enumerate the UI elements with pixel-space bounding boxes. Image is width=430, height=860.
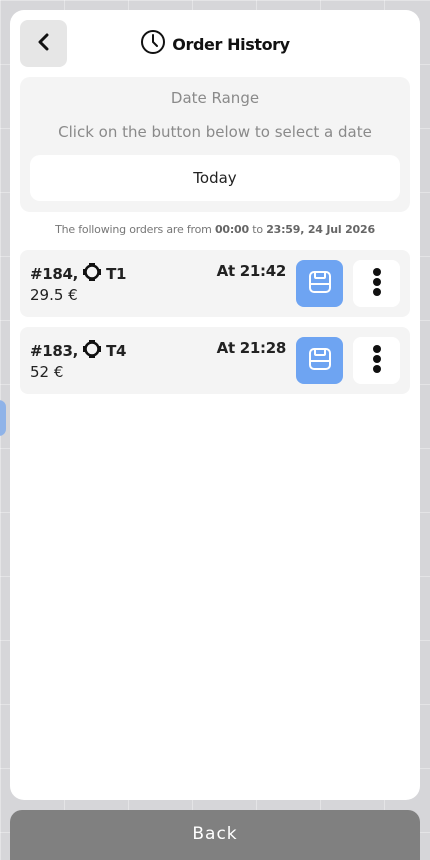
order-id: #183, T4 [30, 339, 126, 363]
save-receipt-button[interactable] [296, 260, 343, 307]
order-time: At 21:28 [216, 339, 287, 357]
clock-icon [140, 29, 166, 59]
background-side-tab [0, 400, 6, 436]
order-row[interactable]: #183, T4 52 € At 21:28 [20, 327, 410, 394]
page-title: Order History [172, 34, 290, 54]
save-icon [307, 269, 333, 299]
range-to: 23:59, 24 Jul 2026 [266, 223, 375, 236]
order-time: At 21:42 [216, 262, 287, 280]
order-number: #183, [30, 342, 79, 360]
date-range-hint: Click on the button below to select a da… [58, 123, 372, 141]
range-prefix: The following orders are from [55, 223, 212, 236]
more-options-button[interactable] [353, 260, 400, 307]
order-id: #184, T1 [30, 262, 126, 286]
date-range-label: Date Range [170, 89, 260, 107]
table-icon [82, 339, 102, 363]
more-options-button[interactable] [353, 337, 400, 384]
back-button[interactable]: Back [10, 810, 420, 860]
table-icon [82, 262, 102, 286]
today-button[interactable]: Today [30, 155, 400, 201]
order-number: #184, [30, 265, 79, 283]
save-icon [307, 346, 333, 376]
table-label: T4 [106, 342, 127, 360]
more-vertical-icon [372, 267, 382, 301]
page-header: Order History [10, 30, 420, 58]
order-price: 52 € [30, 363, 64, 381]
range-connector: to [252, 223, 263, 236]
order-price: 29.5 € [30, 286, 78, 304]
order-history-panel: Order History Date Range Click on the bu… [10, 10, 420, 800]
range-from: 00:00 [214, 223, 249, 236]
more-vertical-icon [372, 344, 382, 378]
table-label: T1 [106, 265, 127, 283]
order-row[interactable]: #184, T1 29.5 € At 21:42 [20, 250, 410, 317]
date-range-card: Date Range Click on the button below to … [20, 77, 410, 212]
range-info: The following orders are from 00:00 to 2… [10, 223, 420, 236]
save-receipt-button[interactable] [296, 337, 343, 384]
